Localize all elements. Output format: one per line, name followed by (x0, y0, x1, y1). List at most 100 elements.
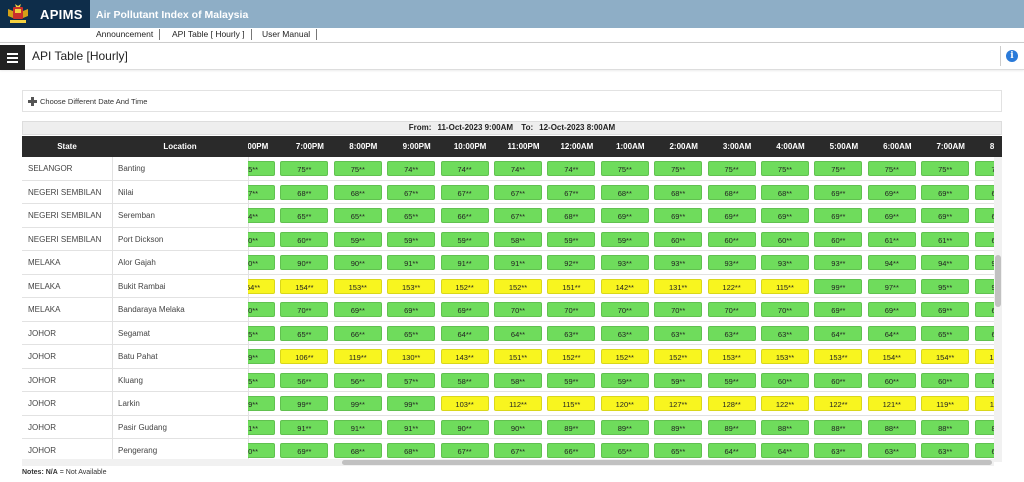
menu-user-manual[interactable]: User Manual (262, 29, 318, 40)
to-label: To: (521, 123, 534, 132)
api-value-badge: 67** (494, 443, 542, 458)
api-value-badge: 60** (761, 231, 809, 247)
info-button[interactable]: i (1000, 46, 1020, 66)
api-value-badge: 70** (707, 302, 756, 317)
table-row: MELAKA Alor Gajah 90** 90** 90** 91** 91** 91**… (22, 251, 994, 275)
state-cell: JOHOR (28, 328, 56, 338)
api-value-badge: 152** (440, 278, 489, 294)
hour-header: 6:00AM (883, 142, 912, 151)
malaysia-crest-icon (8, 4, 28, 23)
api-value-badge: 59** (440, 231, 489, 247)
api-value-badge: 153** (387, 278, 436, 294)
hamburger-menu-icon[interactable] (0, 45, 25, 70)
vertical-scrollbar[interactable] (994, 157, 1002, 462)
api-value-badge: 113** (974, 396, 994, 411)
api-value-badge: 122** (761, 396, 809, 411)
hour-header: 2:00AM (669, 142, 698, 151)
hourly-values: 154**154**153**153**152**152**151**142**… (248, 275, 994, 298)
api-value-badge: 74** (547, 161, 596, 176)
api-value-badge: 93** (654, 255, 703, 270)
api-value-badge: 59** (600, 231, 649, 247)
location-header: Location (163, 142, 197, 151)
horizontal-scrollbar[interactable] (22, 459, 994, 466)
api-value-badge: 75** (921, 161, 970, 176)
api-value-badge: 99** (814, 278, 863, 294)
api-value-badge: 127** (654, 396, 703, 411)
api-value-badge: 74** (440, 161, 489, 176)
hourly-values: 75** 75** 75** 74** 74** 74** 74** 75** 75** 75**… (248, 157, 994, 180)
api-value-badge: 63** (600, 325, 649, 341)
api-value-badge: 68** (707, 184, 756, 200)
table-row: JOHORKluang55**56**56**57**58**58**59**5… (22, 368, 994, 392)
table-row: MELAKABukit Rambai154**154**153**153**15… (22, 274, 994, 298)
api-value-badge: 151** (494, 349, 542, 364)
hourly-values: 99** 106** 119** 130** 143** 151** 152** 152** 1… (248, 345, 994, 368)
api-value-badge: 69** (440, 302, 489, 317)
api-value-badge: 153** (707, 349, 756, 364)
api-value-badge: 154** (867, 349, 916, 364)
hourly-values: 65**65**66**65**64**64**63**63**63**63**… (248, 322, 994, 345)
api-value-badge: 75** (974, 161, 994, 176)
api-value-badge: 64** (761, 443, 809, 458)
vertical-scroll-thumb[interactable] (995, 255, 1001, 307)
brand-title: APIMS (40, 7, 83, 22)
api-value-badge: 69** (814, 184, 863, 200)
location-cell: Segamat (118, 328, 151, 338)
api-value-badge: 59** (387, 231, 436, 247)
menu-bar: Announcement API Table [ Hourly ] User M… (0, 28, 1024, 42)
api-value-badge: 63** (814, 443, 863, 458)
column-divider (112, 227, 113, 251)
api-value-badge: 74** (387, 161, 436, 176)
location-cell: Kluang (118, 375, 143, 385)
api-value-badge: 103** (440, 396, 489, 411)
api-value-badge: 69** (814, 208, 863, 223)
api-value-badge: 59** (707, 372, 756, 388)
column-divider (112, 251, 113, 274)
menu-announcement[interactable]: Announcement (96, 29, 161, 40)
api-value-badge: 94** (974, 278, 994, 294)
api-value-badge: 69** (921, 184, 970, 200)
api-value-badge: 65** (280, 208, 329, 223)
column-divider (112, 368, 113, 392)
state-cell: NEGERI SEMBILAN (28, 187, 102, 197)
state-cell: JOHOR (28, 352, 56, 361)
column-divider (112, 274, 113, 298)
api-value-badge: 69** (921, 302, 970, 317)
api-value-badge: 70** (248, 443, 275, 458)
hour-header: 5:00AM (829, 142, 859, 151)
api-value-badge: 65** (654, 443, 703, 458)
api-value-badge: 69** (333, 302, 382, 317)
filter-panel[interactable]: Choose Different Date And Time (22, 90, 1002, 112)
api-value-badge: 67** (547, 184, 596, 200)
api-value-badge: 69** (867, 208, 916, 223)
api-value-badge: 99** (387, 396, 436, 411)
state-cell: JOHOR (28, 399, 56, 408)
api-value-badge: 90** (280, 255, 329, 270)
api-value-badge: 91** (440, 255, 489, 270)
hour-header: 3:00AM (722, 142, 752, 151)
api-value-badge: 68** (974, 302, 994, 317)
api-value-badge: 64** (440, 325, 489, 341)
hour-header: 8:00PM (349, 142, 378, 151)
api-value-badge: 152** (654, 349, 703, 364)
horizontal-scroll-thumb[interactable] (342, 460, 992, 465)
brand-block[interactable]: APIMS (0, 0, 90, 28)
menu-api-table-hourly[interactable]: API Table [ Hourly ] (172, 29, 252, 40)
api-value-badge: 91** (248, 419, 275, 435)
info-icon: i (1006, 50, 1018, 62)
api-value-badge: 154** (248, 278, 275, 294)
api-value-badge: 65** (921, 325, 970, 341)
api-value-badge: 69** (974, 208, 994, 223)
api-value-badge: 92** (547, 255, 596, 270)
api-value-badge: 60** (974, 372, 994, 388)
hour-header: 9:00PM (402, 142, 431, 151)
api-value-badge: 65** (974, 325, 994, 341)
page-header: API Table [Hourly] i (0, 42, 1024, 70)
api-value-badge: 91** (280, 419, 329, 435)
api-value-badge: 70** (761, 302, 809, 317)
choose-date-time-link[interactable]: Choose Different Date And Time (40, 97, 147, 106)
api-value-badge: 60** (707, 231, 756, 247)
hour-header: 10:00PM (453, 142, 487, 151)
api-value-badge: 128** (707, 396, 756, 411)
api-table: State Location :00PM 7:00PM 8:00PM 9:00PM 10… (22, 136, 1002, 462)
